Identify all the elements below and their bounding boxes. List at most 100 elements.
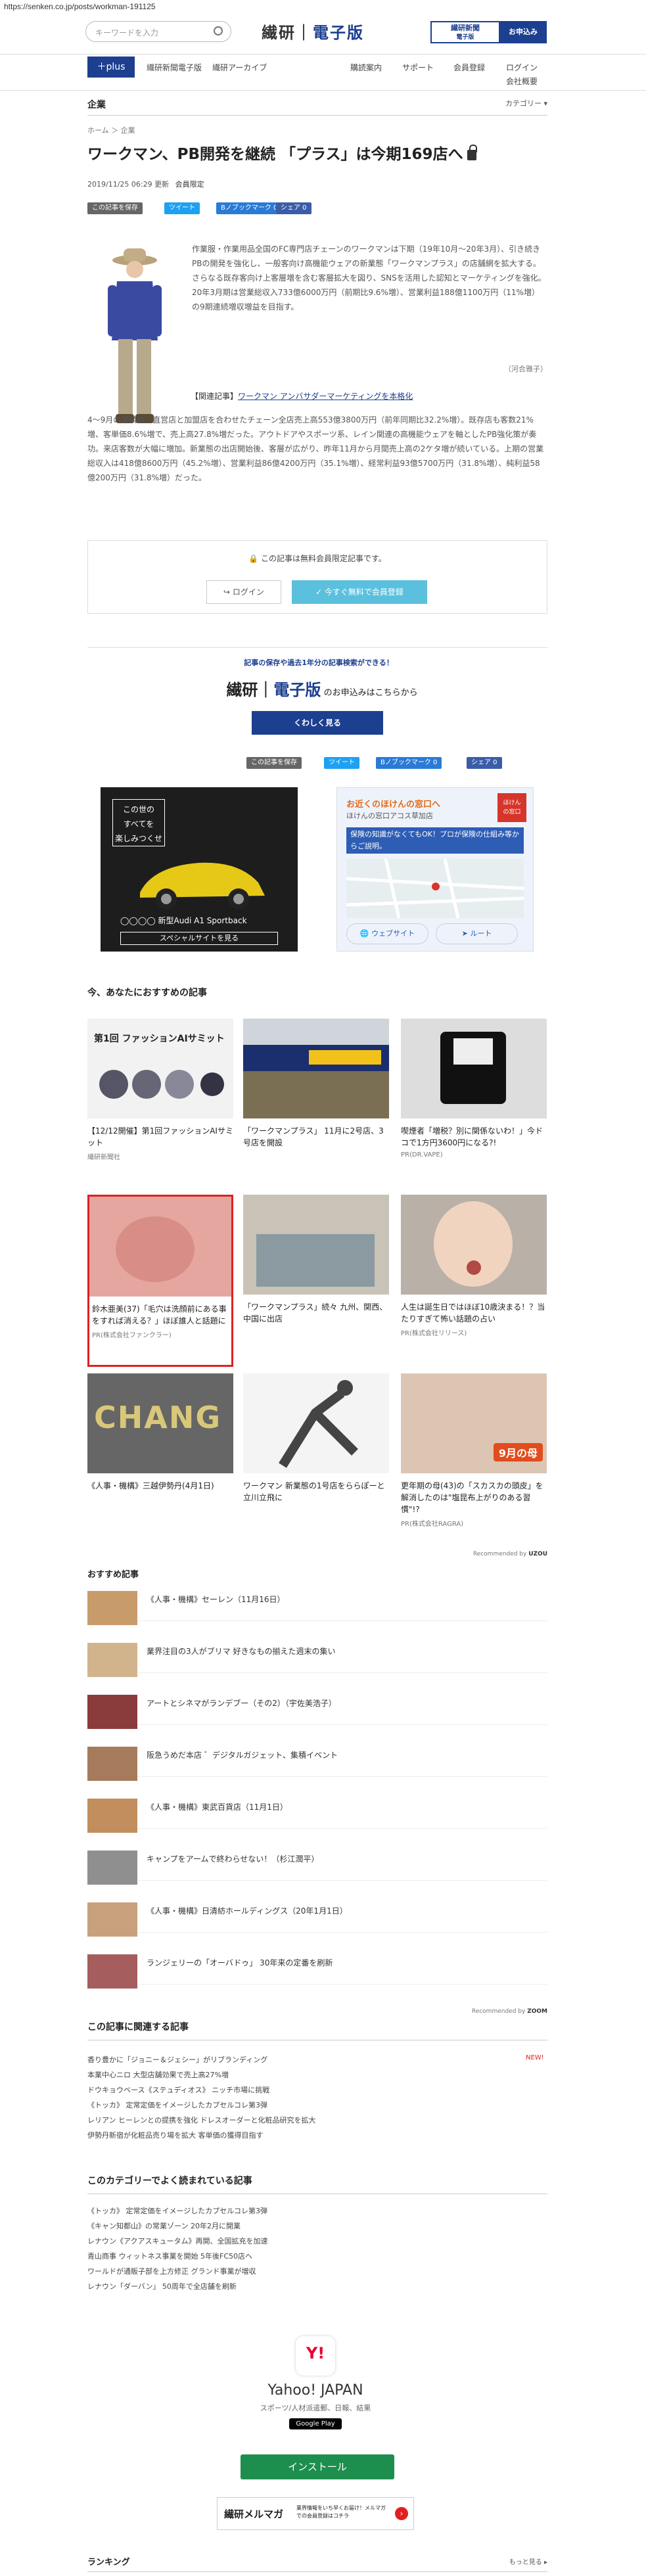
detail-button[interactable]: くわしく見る: [252, 711, 383, 735]
ins-web-button[interactable]: 🌐 ウェブサイト: [346, 923, 428, 944]
audi-copy-2: すべてを: [123, 819, 154, 829]
site-logo[interactable]: 繊研｜電子版: [262, 20, 364, 43]
nav-item-denshiban[interactable]: 繊研新聞電子版: [147, 62, 202, 73]
ins-route-button[interactable]: ➤ ルート: [436, 923, 518, 944]
osusume-thumbnail: [87, 1799, 137, 1833]
card-caption: 喫煙者「増税？別に関係ないわ！」今ドコで1方円3600円になる?!: [401, 1126, 543, 1147]
install-button[interactable]: インストール: [241, 2454, 394, 2479]
related-section-title: この記事に関連する記事: [87, 2020, 547, 2040]
shinbun-link[interactable]: 繊研新聞 電子版: [430, 21, 500, 43]
popular-item[interactable]: ワールドが通販子部を上方修正 グランド事業が増収: [87, 2266, 256, 2276]
card-caption: 更年期の母(43)の「スカスカの頭皮」を解消したのは"塩昆布上がりのある習慣"!…: [401, 1481, 543, 1514]
google-play-badge[interactable]: Google Play: [289, 2418, 342, 2429]
save-button-2[interactable]: この記事を保存: [246, 757, 302, 769]
recommended-by-text: Recommended by: [473, 1551, 527, 1557]
breadcrumb[interactable]: ホーム ＞ 企業: [87, 125, 135, 135]
reco-card[interactable]: 「ワークマンプラス」続々 九州、関西、中国に出店: [243, 1195, 389, 1325]
reco-card[interactable]: 9月の母 更年期の母(43)の「スカスカの頭皮」を解消したのは"塩昆布上がりのあ…: [401, 1373, 547, 1528]
mailmag-banner[interactable]: 繊研メルマガ 業界情報をいち早くお届け！メルマガでの会員登録はコチラ ›: [217, 2497, 414, 2530]
speakers-image: [99, 1070, 224, 1099]
audi-ad[interactable]: この世の すべてを 楽しみつくせ ◯◯◯◯ 新型Audi A1 Sportbac…: [101, 787, 298, 952]
article-title: ワークマン、PB開発を継続 「プラス」は今期169店へ: [87, 143, 547, 166]
ins-blue-box: 保険の知識がなくてもOK！プロが保険の仕組み等からご説明。: [346, 827, 524, 854]
osusume-title-text: 《人事・機構》日清紡ホールディングス（20年1月1日）: [147, 1906, 348, 1916]
plus-label: plus: [106, 62, 126, 72]
facebook-share-button-2[interactable]: シェア 0: [467, 757, 502, 769]
audi-logo: ◯◯◯◯ 新型Audi A1 Sportback: [120, 916, 247, 925]
article-author: （河合雅子）: [504, 365, 547, 373]
ranking-more-link[interactable]: もっと見る ▸: [509, 2556, 547, 2566]
register-button[interactable]: ✓ 今すぐ無料で会員登録: [292, 580, 427, 604]
related-article-link[interactable]: ワークマン アンバサダーマーケティングを本格化: [238, 392, 413, 401]
map-image: [346, 859, 524, 918]
popular-item[interactable]: レナウン《アクアスキュータム》再開、全国拡充を加速: [87, 2236, 267, 2246]
osusume-item[interactable]: キャンプをアームで終わらせない！（杉江潤平）: [87, 1847, 547, 1885]
bookmark-button-2[interactable]: Bノブックマーク 0: [376, 757, 442, 769]
osusume-item[interactable]: 阪急うめだ本店 ゛デジタルガジェット、集積イベント: [87, 1743, 547, 1781]
plus-button[interactable]: ＋plus: [87, 57, 135, 78]
card-caption: ワークマン 新業態の1号店をららぽーと立川立飛に: [243, 1481, 385, 1502]
subscribe-button[interactable]: お申込み: [499, 21, 547, 43]
category-title: 企業: [87, 100, 106, 110]
card-source: PR(株式会社リリース): [401, 1330, 467, 1337]
related-article-line: 【関連記事】ワークマン アンバサダーマーケティングを本格化: [191, 390, 413, 402]
facebook-share-button[interactable]: シェア 0: [276, 202, 311, 214]
popular-item[interactable]: 《トッカ》 定常定価をイメージしたカプセルコレ第3弾: [87, 2205, 267, 2216]
nav-item-archive[interactable]: 繊研アーカイブ: [212, 62, 267, 73]
category-menu[interactable]: カテゴリー ▾: [505, 98, 547, 108]
osusume-thumbnail: [87, 1591, 137, 1625]
search-placeholder: キーワードを入力: [95, 28, 159, 37]
card-caption: 鈴木亜美(37)「毛穴は洗顔前にある事をすれば消える？」ほぼ誰人と話題に: [92, 1304, 227, 1325]
ins-web-label: ウェブサイト: [371, 929, 415, 938]
related-item[interactable]: 香り豊かに「ジョニー＆ジェシー」がリブランディング: [87, 2054, 267, 2065]
popular-item[interactable]: 《キャン知都山》の常業ゾーン 20年2月に開業: [87, 2220, 241, 2231]
reco-card[interactable]: 「ワークマンプラス」 11月に2号店、3号店を開設: [243, 1019, 389, 1149]
nav-item-support[interactable]: サポート: [402, 62, 434, 73]
nav-item-login[interactable]: ログイン: [506, 62, 538, 73]
related-item[interactable]: ドウキョウベース《ステュディオス》 ニッチ市場に挑戦: [87, 2084, 269, 2095]
car-image: [140, 862, 265, 909]
recommended-by-2: Recommended by ZOOM: [471, 2008, 547, 2015]
reco-card[interactable]: 喫煙者「増税？別に関係ないわ！」今ドコで1方円3600円になる?! PR(DR.…: [401, 1019, 547, 1159]
nav-item-kodoku[interactable]: 購読案内: [350, 62, 382, 73]
reco-card[interactable]: ワークマン 新業態の1号店をららぽーと立川立飛に: [243, 1373, 389, 1504]
audi-special-button[interactable]: スペシャルサイトを見る: [120, 932, 278, 945]
ranking-header: ランキング もっと見る ▸: [87, 2550, 547, 2572]
card-caption: 「ワークマンプラス」続々 九州、関西、中国に出店: [243, 1302, 388, 1323]
nav-item-company[interactable]: 会社概要: [506, 76, 538, 87]
osusume-item[interactable]: 《人事・機構》東武百貨店（11月1日）: [87, 1795, 547, 1833]
search-icon[interactable]: [214, 26, 223, 35]
insurance-ad[interactable]: お近くのほけんの窓口へ ほけんの窓口アコス草加店 ほけん の窓口 保険の知識がなく…: [336, 787, 534, 952]
members-msg-text: この記事は無料会員限定記事です。: [260, 554, 386, 563]
divider: [87, 647, 547, 648]
popular-item[interactable]: 青山商事 ウィットネス事業を開始 5年後FC50店へ: [87, 2251, 252, 2261]
card-image-ai: 第1回 ファッションAIサミット: [87, 1019, 233, 1118]
popular-item[interactable]: レナウン「ダーバン」 50周年で全店舗を刷新: [87, 2281, 237, 2291]
osusume-item[interactable]: 業界注目の3人がブリマ 好きなもの揃えた週末の集い: [87, 1639, 547, 1677]
related-item[interactable]: 《トッカ》 定常定価をイメージしたカプセルコレ第3弾: [87, 2100, 267, 2110]
osusume-item[interactable]: アートとシネマがランデブー（その2）（宇佐美浩子）: [87, 1691, 547, 1729]
related-item[interactable]: 本業中心ニロ 大型店舗効果で売上高27%増: [87, 2069, 229, 2080]
reco-card[interactable]: CHANG 《人事・機構》三越伊勢丹(4月1日): [87, 1373, 233, 1492]
related-item[interactable]: レリアン ヒーレンとの提携を強化 ドレスオーダーと化粧品研究を拡大: [87, 2115, 315, 2125]
reco-card-highlighted[interactable]: 鈴木亜美(37)「毛穴は洗顔前にある事をすれば消える？」ほぼ誰人と話題に PR(…: [87, 1195, 233, 1367]
reco-card[interactable]: 人生は誕生日ではほぼ10歳決まる！？当たりすぎて怖い話題の占い PR(株式会社リ…: [401, 1195, 547, 1337]
osusume-item[interactable]: 《人事・機構》セーレン（11月16日）: [87, 1587, 547, 1625]
article-paragraph-2: 4～9月の業績は、直営店と加盟店を合わせたチェーン全店売上高553億3800万円…: [87, 415, 544, 482]
yahoo-icon: Y!: [296, 2336, 335, 2376]
login-button[interactable]: ↪ ログイン: [206, 580, 281, 604]
related-item[interactable]: 伊勢丹新宿が化粧品売り場を拡大 客単価の獲得目指す: [87, 2130, 264, 2140]
hero-model-image: [92, 242, 177, 436]
bookmark-button[interactable]: Bノブックマーク 0: [216, 202, 283, 214]
tweet-button[interactable]: ツイート: [164, 202, 200, 214]
tweet-button-2[interactable]: ツイート: [324, 757, 359, 769]
reco-card[interactable]: 第1回 ファッションAIサミット 【12/12開催】第1回ファッションAIサミッ…: [87, 1019, 233, 1161]
url-bar: https://senken.co.jp/posts/workman-19112…: [4, 2, 156, 11]
osusume-item[interactable]: ランジェリーの「オーバドゥ」 30年来の定番を刷新: [87, 1950, 547, 1989]
logo-text-b: 電子版: [313, 24, 364, 42]
nav-item-register[interactable]: 会員登録: [453, 62, 485, 73]
members-box: 🔒 この記事は無料会員限定記事です。 ↪ ログイン ✓ 今すぐ無料で会員登録: [87, 540, 547, 614]
save-button[interactable]: この記事を保存: [87, 202, 143, 214]
search-input[interactable]: キーワードを入力: [85, 21, 231, 42]
osusume-item[interactable]: 《人事・機構》日清紡ホールディングス（20年1月1日）: [87, 1898, 547, 1937]
